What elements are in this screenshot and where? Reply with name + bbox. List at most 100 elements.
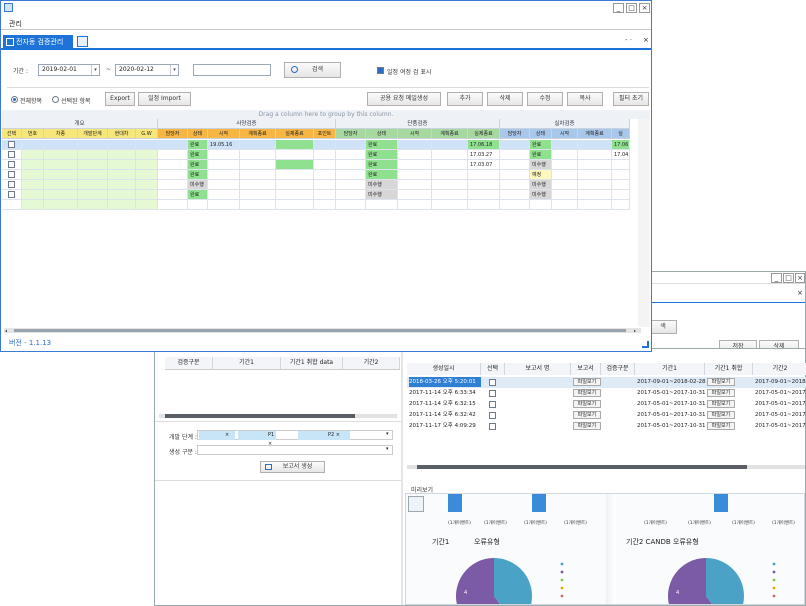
grid-cell[interactable]: 미수행: [366, 180, 398, 190]
row-select-checkbox[interactable]: [8, 141, 15, 148]
grid-cell[interactable]: [336, 180, 366, 190]
grid-cell[interactable]: [500, 190, 530, 200]
report-file-button[interactable]: 파일보기: [573, 422, 601, 430]
grid-cell[interactable]: [108, 150, 136, 160]
grid-cell[interactable]: [208, 190, 240, 200]
grid-cell[interactable]: [22, 150, 44, 160]
report-create-button[interactable]: 보고서 생성: [260, 461, 325, 473]
grid-cell[interactable]: [158, 190, 188, 200]
grid-group-header[interactable]: 단품검증: [336, 119, 500, 129]
close-tab-icon[interactable]: ×: [797, 289, 803, 297]
grid-cell[interactable]: [276, 180, 314, 190]
grid-cell[interactable]: [136, 180, 158, 190]
row-select-checkbox[interactable]: [8, 161, 15, 168]
grid-cell[interactable]: [276, 150, 314, 160]
add-button[interactable]: 추가: [447, 92, 483, 106]
grid-column-header[interactable]: 번호: [22, 129, 44, 139]
grid-cell[interactable]: [22, 190, 44, 200]
report-select-checkbox[interactable]: [489, 412, 496, 419]
grid-cell[interactable]: [136, 160, 158, 170]
grid-cell[interactable]: 완료: [366, 150, 398, 160]
grid-cell[interactable]: [158, 140, 188, 150]
grid-cell[interactable]: [314, 200, 336, 210]
grid-column-header[interactable]: 실제종료: [468, 129, 500, 139]
grid-cell[interactable]: [578, 140, 612, 150]
grid-cell[interactable]: [78, 170, 108, 180]
grid-cell[interactable]: [44, 180, 78, 190]
grid-cell[interactable]: [208, 150, 240, 160]
grid-cell[interactable]: 미수행: [366, 190, 398, 200]
grid-column-header[interactable]: 상태: [530, 129, 552, 139]
grid-cell[interactable]: [208, 170, 240, 180]
report-row[interactable]: 2017-11-14 오후 6:32:42 2017-05-01~2017-10-…: [407, 410, 806, 421]
grid-cell[interactable]: [136, 150, 158, 160]
header-cell[interactable]: 검증구분: [165, 357, 213, 369]
grid-cell[interactable]: [240, 190, 276, 200]
grid-column-header[interactable]: 실: [612, 129, 630, 139]
grid-cell[interactable]: 완료: [366, 160, 398, 170]
grid-cell[interactable]: [240, 200, 276, 210]
grid-cell[interactable]: [2, 160, 22, 170]
grid-cell[interactable]: [108, 160, 136, 170]
left-scrollbar[interactable]: [159, 414, 397, 418]
grid-cell[interactable]: [552, 170, 578, 180]
grid-cell[interactable]: [78, 200, 108, 210]
search-input[interactable]: [193, 64, 271, 76]
grid-cell[interactable]: [2, 150, 22, 160]
grid-cell[interactable]: 19.05.16: [208, 140, 240, 150]
copy-button[interactable]: 복사: [567, 92, 603, 106]
grid-column-header[interactable]: G.W: [136, 129, 158, 139]
dev-tag[interactable]: P1 ×: [238, 431, 276, 447]
report-row[interactable]: 2017-11-17 오후 4:09:29 2017-05-01~2017-10-…: [407, 421, 806, 432]
grid-cell[interactable]: [612, 180, 630, 190]
report-select-checkbox[interactable]: [489, 423, 496, 430]
grid-cell[interactable]: [578, 170, 612, 180]
preview-tool-icon[interactable]: [408, 496, 424, 512]
report-row[interactable]: 2018-03-26 오후 5:20:01 2017-09-01~2018-02-…: [407, 377, 806, 388]
grid-cell[interactable]: [336, 140, 366, 150]
grid-cell[interactable]: [398, 140, 432, 150]
grid-cell[interactable]: [2, 140, 22, 150]
grid-cell[interactable]: 완료: [188, 160, 208, 170]
grid-cell[interactable]: [78, 190, 108, 200]
grid-cell[interactable]: 완료: [188, 140, 208, 150]
grid-cell[interactable]: [336, 160, 366, 170]
grid-cell[interactable]: [500, 140, 530, 150]
period1-file-button[interactable]: 파일보기: [707, 389, 735, 397]
header-cell[interactable]: 기간2: [753, 363, 806, 375]
grid-cell[interactable]: [612, 190, 630, 200]
grid-cell[interactable]: 완료: [366, 170, 398, 180]
schedule-import-button[interactable]: 일정 Import: [138, 92, 191, 106]
grid-column-header[interactable]: 시작: [208, 129, 240, 139]
grid-cell[interactable]: 예정: [530, 170, 552, 180]
date-to-input[interactable]: 2020-02-12 ▾: [115, 64, 179, 76]
grid-cell[interactable]: [398, 180, 432, 190]
grid-cell[interactable]: [578, 200, 612, 210]
grid-cell[interactable]: [468, 180, 500, 190]
grid-cell[interactable]: 완료: [188, 170, 208, 180]
grid-cell[interactable]: [78, 180, 108, 190]
period1-file-button[interactable]: 파일보기: [707, 411, 735, 419]
grid-cell[interactable]: [276, 160, 314, 170]
chevron-down-icon[interactable]: ▾: [170, 65, 178, 75]
grid-cell[interactable]: [22, 160, 44, 170]
minimize-icon[interactable]: _: [771, 273, 782, 283]
grid-cell[interactable]: 완료: [366, 140, 398, 150]
date-from-input[interactable]: 2019-02-01 ▾: [38, 64, 100, 76]
grid-cell[interactable]: [108, 190, 136, 200]
period1-file-button[interactable]: 파일보기: [707, 400, 735, 408]
edit-button[interactable]: 수정: [527, 92, 563, 106]
grid-cell[interactable]: [432, 200, 468, 210]
header-cell[interactable]: 보고서 명: [505, 363, 571, 375]
dev-tag[interactable]: P2 ×: [298, 431, 350, 440]
grid-cell[interactable]: [552, 140, 578, 150]
grid-cell[interactable]: [188, 200, 208, 210]
chevron-down-icon[interactable]: ▾: [91, 65, 99, 75]
grid-cell[interactable]: [500, 180, 530, 190]
grid-cell[interactable]: [208, 180, 240, 190]
header-cell[interactable]: 기간1: [213, 357, 281, 369]
grid-cell[interactable]: 17.06: [612, 140, 630, 150]
grid-cell[interactable]: [398, 200, 432, 210]
grid-cell[interactable]: [398, 190, 432, 200]
grid-cell[interactable]: [2, 200, 22, 210]
